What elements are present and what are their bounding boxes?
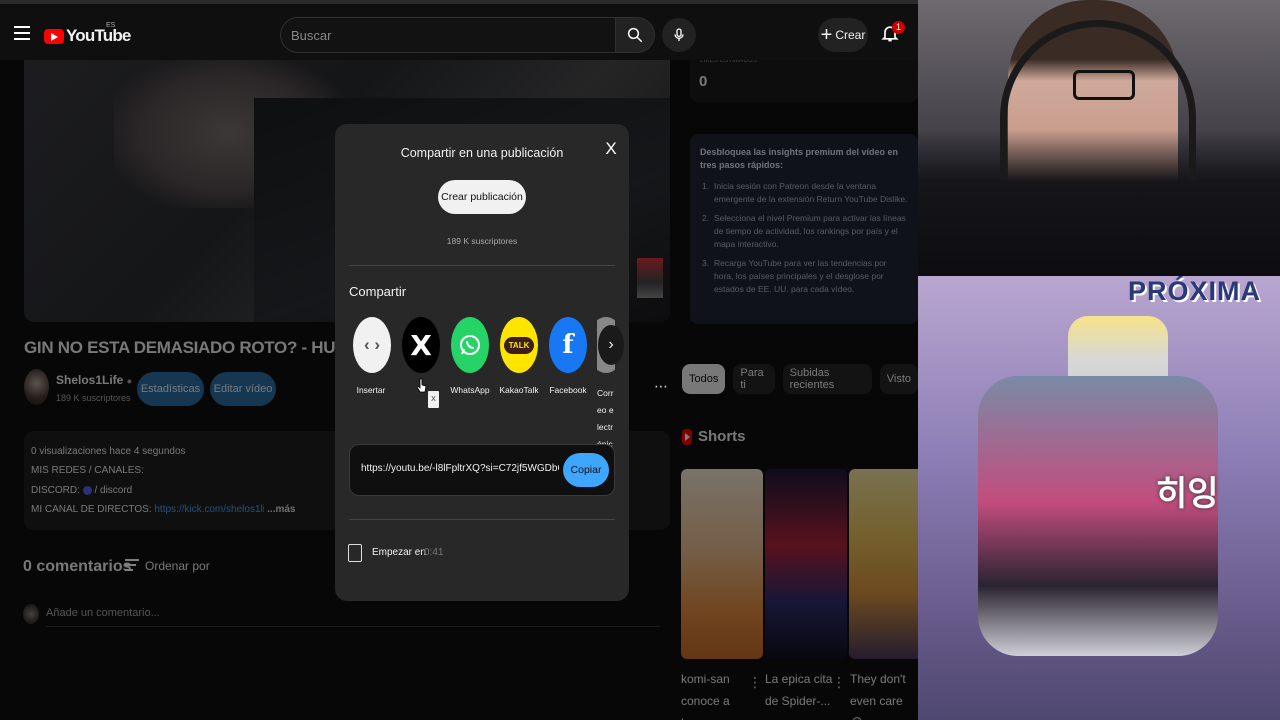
embed-icon: ‹ › [353, 317, 391, 373]
whatsapp-icon [451, 317, 489, 373]
microphone-icon [674, 28, 684, 41]
search-input[interactable] [291, 27, 591, 43]
share-dialog-title: Compartir en una publicación [400, 146, 564, 160]
top-bar: YouTube ES +Crear 1 [0, 0, 918, 60]
menu-icon[interactable] [14, 26, 30, 40]
divider [349, 265, 615, 266]
search-button[interactable] [615, 17, 655, 53]
share-kakaotalk-button[interactable]: TALK [499, 317, 539, 373]
notifications-button[interactable]: 1 [880, 21, 906, 48]
anime-overlay: PRÓXIMA 히잉 [918, 276, 1280, 720]
anime-sfx: 히잉 [1156, 475, 1219, 513]
notification-badge: 1 [892, 21, 906, 34]
share-label: Facebook [549, 385, 587, 395]
divider [349, 519, 615, 520]
facebook-icon: f [549, 317, 587, 373]
create-button[interactable]: + Crear [818, 18, 868, 52]
mouse-cursor-icon [417, 378, 427, 393]
voice-search-button[interactable] [662, 18, 696, 52]
start-at-time[interactable]: 0:41 [424, 547, 443, 558]
copy-button[interactable]: Copiar [563, 453, 609, 487]
share-section-label: Compartir [349, 284, 407, 299]
share-url[interactable]: https://youtu.be/-l8lFpltrXQ?si=C72jf5WG… [361, 463, 559, 474]
webcam-overlay [918, 0, 1280, 276]
tooltip: X [428, 391, 439, 408]
plus-icon: + [820, 24, 833, 46]
share-whatsapp-button[interactable] [450, 317, 490, 373]
share-x-button[interactable]: X [401, 317, 441, 373]
start-at-label: Empezar en [372, 547, 426, 558]
kakaotalk-icon: TALK [500, 317, 538, 373]
youtube-window: GIN NO ESTA DEMASIADO ROTO? - HUNTER X H… [0, 0, 918, 720]
create-post-button[interactable]: Crear publicación [438, 180, 526, 214]
share-facebook-button[interactable]: f [548, 317, 588, 373]
chevron-right-icon[interactable]: › [598, 325, 624, 365]
more-icon[interactable]: ⋯ [654, 378, 668, 395]
anime-character [978, 376, 1218, 656]
share-label: Insertar [356, 385, 386, 395]
x-icon: X [402, 317, 440, 373]
share-dialog-subscribers: 189 K suscriptores [446, 236, 518, 246]
anime-caption: PRÓXIMA [1128, 276, 1262, 306]
share-embed-button[interactable]: ‹ › [352, 317, 392, 373]
thumbnail-preview [637, 258, 663, 298]
start-at-checkbox[interactable] [348, 544, 362, 562]
search-box[interactable] [280, 17, 616, 53]
youtube-logo[interactable]: YouTube ES [44, 22, 131, 46]
youtube-play-icon [44, 28, 64, 44]
close-button[interactable]: X [603, 139, 619, 161]
search-icon [627, 27, 643, 43]
